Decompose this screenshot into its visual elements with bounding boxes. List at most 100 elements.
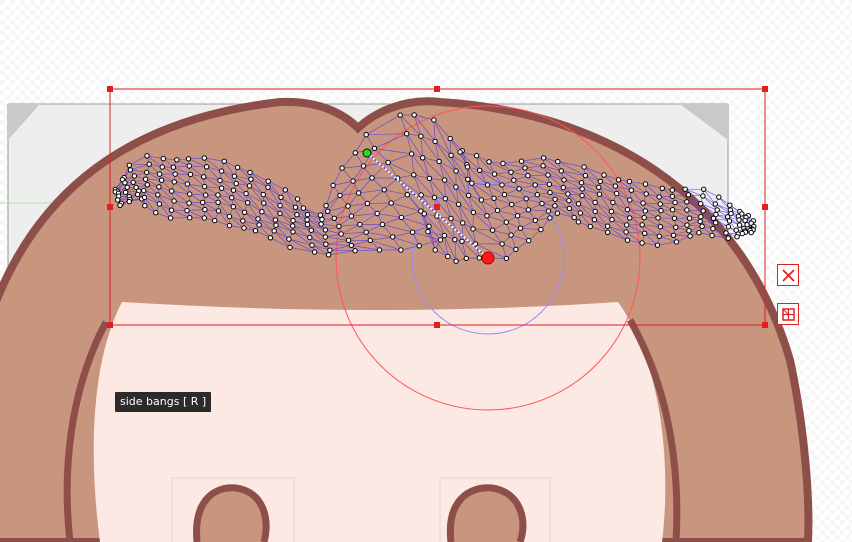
mesh-vertex[interactable] <box>669 207 676 213</box>
mesh-vertex[interactable] <box>604 223 611 229</box>
selection-handle-top-left[interactable] <box>107 86 113 92</box>
mesh-vertex[interactable] <box>169 188 175 194</box>
mesh-vertex[interactable] <box>243 190 249 197</box>
mesh-vertex[interactable] <box>469 180 475 186</box>
mesh-vertex[interactable] <box>441 177 448 183</box>
mesh-vertex[interactable] <box>654 242 661 248</box>
mesh-vertex[interactable] <box>142 176 149 182</box>
mesh-vertex[interactable] <box>748 229 754 236</box>
mesh-vertex[interactable] <box>513 246 519 253</box>
mesh-vertex[interactable] <box>499 182 505 188</box>
mesh-vertex[interactable] <box>282 187 288 193</box>
mesh-vertex[interactable] <box>265 178 271 184</box>
mesh-vertex[interactable] <box>272 217 279 223</box>
mesh-vertex[interactable] <box>325 208 331 215</box>
mesh-vertex[interactable] <box>376 247 383 253</box>
mesh-vertex[interactable] <box>171 198 177 204</box>
mesh-vertex[interactable] <box>245 200 251 206</box>
mesh-vertex[interactable] <box>460 220 466 226</box>
mesh-vertex[interactable] <box>124 184 130 191</box>
mesh-vertex[interactable] <box>552 196 558 203</box>
mesh-vertex[interactable] <box>404 192 410 198</box>
mesh-vertex[interactable] <box>360 163 367 169</box>
mesh-vertex[interactable] <box>187 215 193 221</box>
mesh-vertex[interactable] <box>126 198 133 205</box>
eyebrow-right[interactable] <box>446 484 527 542</box>
mesh-vertex[interactable] <box>255 216 261 222</box>
mesh-vertex[interactable] <box>447 135 453 142</box>
mesh-vertex[interactable] <box>628 187 634 193</box>
rotation-handle[interactable] <box>362 148 372 158</box>
mesh-vertex[interactable] <box>716 194 722 200</box>
mesh-vertex[interactable] <box>657 224 664 230</box>
mesh-vertex[interactable] <box>684 199 690 205</box>
mesh-vertex[interactable] <box>546 181 552 188</box>
mesh-vertex[interactable] <box>226 222 233 229</box>
mesh-vertex[interactable] <box>672 199 678 206</box>
mesh-vertex[interactable] <box>158 177 165 183</box>
mesh-vertex[interactable] <box>134 191 141 198</box>
mesh-vertex[interactable] <box>290 229 296 235</box>
mesh-vertex[interactable] <box>624 237 631 243</box>
mesh-vertex[interactable] <box>582 172 589 179</box>
mesh-vertex[interactable] <box>656 233 662 240</box>
mesh-vertex[interactable] <box>425 229 431 235</box>
mesh-vertex[interactable] <box>184 207 190 214</box>
mesh-vertex[interactable] <box>420 155 426 161</box>
mesh-vertex[interactable] <box>259 209 265 215</box>
mesh-vertex[interactable] <box>202 206 208 213</box>
mesh-vertex[interactable] <box>687 233 693 239</box>
mesh-vertex[interactable] <box>452 237 458 243</box>
mesh-vertex[interactable] <box>350 178 356 184</box>
mesh-vertex[interactable] <box>642 181 649 187</box>
mesh-vertex[interactable] <box>217 177 223 184</box>
mesh-vertex[interactable] <box>712 201 718 207</box>
mesh-vertex[interactable] <box>187 171 194 178</box>
mesh-vertex[interactable] <box>278 194 284 201</box>
mesh-vertex[interactable] <box>290 223 296 229</box>
mesh-vertex[interactable] <box>201 215 208 221</box>
mesh-vertex[interactable] <box>141 187 147 194</box>
mesh-vertex[interactable] <box>725 235 731 241</box>
mesh-vertex[interactable] <box>218 185 225 191</box>
mesh-vertex[interactable] <box>226 213 233 220</box>
mesh-vertex[interactable] <box>432 138 438 145</box>
mesh-vertex[interactable] <box>627 215 633 221</box>
mesh-vertex[interactable] <box>503 255 510 262</box>
mesh-vertex[interactable] <box>523 196 529 202</box>
mesh-vertex[interactable] <box>453 258 459 264</box>
mesh-vertex[interactable] <box>491 195 497 202</box>
mesh-vertex[interactable] <box>241 225 247 231</box>
mesh-vertex[interactable] <box>369 175 375 181</box>
mesh-vertex[interactable] <box>390 234 396 240</box>
mesh-vertex[interactable] <box>561 177 567 183</box>
mesh-vertex[interactable] <box>327 247 333 253</box>
mesh-vertex[interactable] <box>470 209 477 216</box>
mesh-vertex[interactable] <box>532 217 538 224</box>
mesh-vertex[interactable] <box>215 208 222 214</box>
mesh-vertex[interactable] <box>319 216 325 223</box>
mesh-vertex[interactable] <box>345 203 351 209</box>
mesh-vertex[interactable] <box>252 228 259 234</box>
mesh-vertex[interactable] <box>411 112 417 118</box>
mesh-vertex[interactable] <box>131 173 138 179</box>
mesh-vertex[interactable] <box>457 149 463 155</box>
selection-handle-middle-right[interactable] <box>762 204 768 210</box>
mesh-vertex[interactable] <box>657 201 663 207</box>
mesh-vertex[interactable] <box>477 167 483 174</box>
mesh-vertex[interactable] <box>304 211 311 218</box>
mesh-vertex[interactable] <box>336 223 342 230</box>
mesh-vertex[interactable] <box>503 219 509 225</box>
mesh-vertex[interactable] <box>294 196 301 202</box>
mesh-vertex[interactable] <box>571 214 577 221</box>
mesh-vertex[interactable] <box>261 200 267 206</box>
mesh-vertex[interactable] <box>539 200 545 207</box>
mesh-vertex[interactable] <box>739 230 745 237</box>
mesh-vertex[interactable] <box>464 164 471 170</box>
mesh-vertex[interactable] <box>311 249 318 255</box>
mesh-vertex[interactable] <box>398 247 404 253</box>
mesh-vertex[interactable] <box>331 215 337 222</box>
mesh-vertex[interactable] <box>325 252 332 258</box>
mesh-vertex[interactable] <box>215 192 221 198</box>
mesh-vertex[interactable] <box>186 163 193 169</box>
